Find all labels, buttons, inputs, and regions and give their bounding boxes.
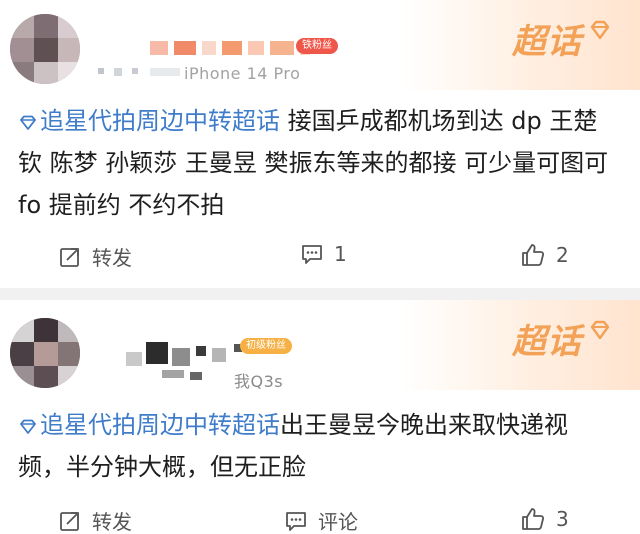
fan-level-badge: 初级粉丝 (240, 338, 292, 354)
avatar[interactable] (10, 318, 80, 388)
post-content: 追星代拍周边中转超话出王曼昱今晚出来取快递视 频，半分钟大概，但无正脸 (18, 404, 622, 488)
content-line: fo 提前约 不约不拍 (18, 191, 225, 219)
action-bar: 转发 评论 3 (0, 506, 640, 534)
fan-level-badge: 铁粉丝 (296, 38, 338, 54)
post-content: 追星代拍周边中转超话 接国乒成都机场到达 dp 王楚 钦 陈梦 孙颖莎 王曼昱 … (18, 100, 622, 226)
super-topic-link[interactable]: 追星代拍周边中转超话 (18, 411, 280, 439)
avatar[interactable] (10, 14, 80, 84)
diamond-icon (590, 320, 610, 339)
content-line: 钦 陈梦 孙颖莎 王曼昱 樊振东等来的都接 可少量可图可 (18, 149, 609, 177)
content-line: 频，半分钟大概，但无正脸 (18, 453, 306, 481)
like-button[interactable]: 2 (520, 242, 569, 268)
content-line: 出王曼昱今晚出来取快递视 (280, 411, 568, 439)
content-line: 接国乒成都机场到达 dp 王楚 (280, 107, 598, 135)
diamond-icon (20, 419, 36, 434)
source-blur (98, 68, 180, 78)
username-blurred[interactable] (150, 40, 316, 55)
post-separator (0, 288, 640, 300)
diamond-icon (590, 20, 610, 39)
diamond-icon (20, 115, 36, 130)
post-card: 初级粉丝 我Q3s 超话 追星代拍周边中转超话出王曼昱今晚出来取快递视 频，半分… (0, 300, 640, 534)
comment-button[interactable]: 1 (300, 242, 347, 266)
comment-icon (302, 245, 322, 264)
super-topic-logo[interactable]: 超话 (512, 14, 614, 63)
thumbs-up-icon (522, 508, 545, 530)
super-topic-link[interactable]: 追星代拍周边中转超话 (18, 107, 280, 135)
repost-icon (60, 247, 79, 267)
super-topic-logo[interactable]: 超话 (512, 314, 614, 363)
comment-icon (286, 511, 306, 531)
post-source: iPhone 14 Pro (184, 64, 301, 83)
repost-icon (60, 511, 79, 531)
repost-button[interactable]: 转发 (58, 506, 132, 534)
post-source: 我Q3s (234, 372, 284, 391)
like-button[interactable]: 3 (520, 506, 569, 532)
post-card: 铁粉丝 iPhone 14 Pro 超话 追星代拍周边中转超话 接国乒成都机场到… (0, 0, 640, 288)
repost-button[interactable]: 转发 (58, 242, 132, 271)
action-bar: 转发 1 2 (0, 242, 640, 278)
comment-button[interactable]: 评论 (284, 506, 358, 534)
thumbs-up-icon (522, 244, 545, 266)
